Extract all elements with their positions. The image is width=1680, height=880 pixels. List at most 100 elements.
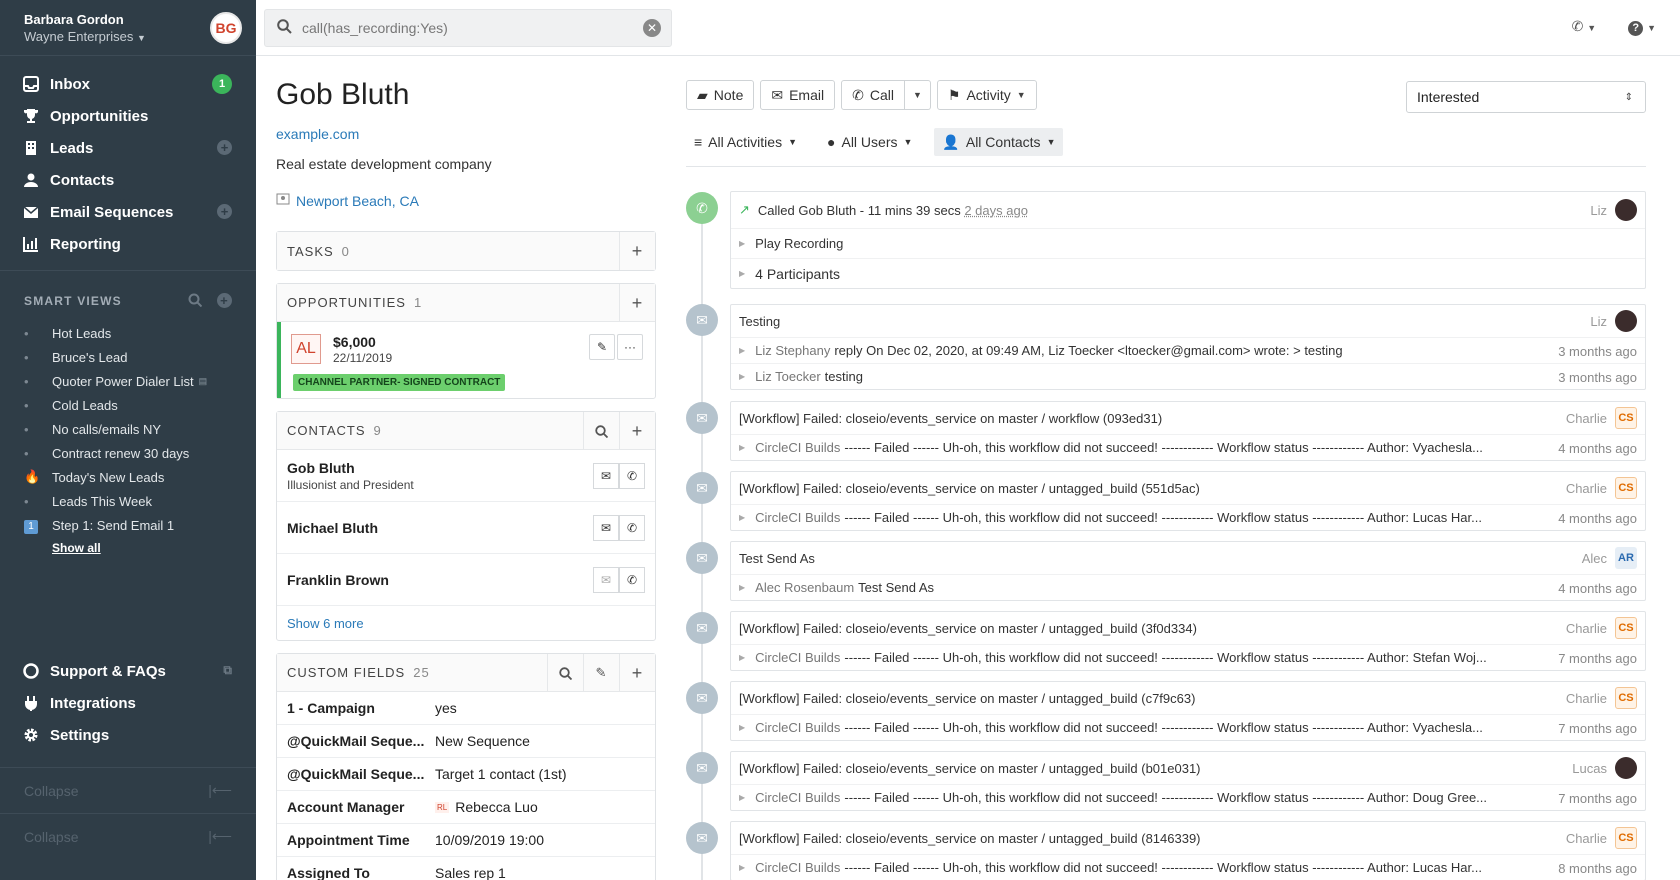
nav-label: Settings bbox=[50, 726, 110, 744]
opportunity-date: 22/11/2019 bbox=[333, 351, 393, 365]
custom-field-row[interactable]: @QuickMail Seque... Target 1 contact (1st… bbox=[277, 758, 655, 791]
email-thread[interactable]: Testing Liz ▶ Liz Stephany reply On Dec 02,… bbox=[730, 304, 1646, 390]
opportunity-card[interactable]: AL $6,000 22/11/2019 CHANNEL PARTNER- SI… bbox=[277, 322, 655, 398]
email-message[interactable]: ▶ Liz Toecker testing 3 months ago bbox=[731, 363, 1645, 389]
smart-view-item[interactable]: • Cold Leads bbox=[0, 393, 256, 417]
custom-field-row[interactable]: 1 - Campaign yes bbox=[277, 692, 655, 725]
user-avatar[interactable]: BG bbox=[210, 12, 242, 44]
custom-field-row[interactable]: Assigned To Sales rep 1 bbox=[277, 857, 655, 880]
smart-view-item[interactable]: 🔥 Today's New Leads bbox=[0, 465, 256, 489]
smart-view-item[interactable]: • Contract renew 30 days bbox=[0, 441, 256, 465]
show-all-link[interactable]: Show all bbox=[0, 537, 256, 559]
email-message[interactable]: ▶ CircleCI Builds ------ Failed ------ Uh-… bbox=[731, 714, 1645, 740]
email-message[interactable]: ▶ CircleCI Builds ------ Failed ------ Uh-… bbox=[731, 644, 1645, 670]
user-menu[interactable]: Barbara Gordon Wayne Enterprises ▼ BG bbox=[0, 0, 256, 56]
tasks-panel: TASKS 0 + bbox=[276, 231, 656, 271]
phone-menu[interactable]: ✆ ▼ bbox=[1572, 18, 1597, 36]
email-thread[interactable]: [Workflow] Failed: closeio/events_servic… bbox=[730, 821, 1646, 880]
nav-leads[interactable]: Leads + bbox=[0, 132, 256, 164]
smart-view-item[interactable]: • Quoter Power Dialer List ▤ bbox=[0, 369, 256, 393]
activities-filter[interactable]: ≡ All Activities ▼ bbox=[686, 128, 805, 156]
search-input[interactable] bbox=[302, 20, 632, 36]
add-lead-icon[interactable]: + bbox=[217, 140, 232, 155]
help-icon: ? bbox=[1628, 21, 1644, 36]
add-field-button[interactable]: + bbox=[619, 654, 655, 692]
collapse-button[interactable]: Collapse |⟵ bbox=[0, 767, 256, 813]
email-message[interactable]: ▶ Alec Rosenbaum Test Send As 4 months ago bbox=[731, 574, 1645, 600]
call-activity[interactable]: ↗ Called Gob Bluth - 11 mins 39 secs 2 da… bbox=[730, 191, 1646, 289]
email-thread[interactable]: [Workflow] Failed: closeio/events_servic… bbox=[730, 751, 1646, 811]
lead-name[interactable]: Gob Bluth bbox=[276, 78, 656, 112]
email-thread[interactable]: Test Send As Alec AR ▶ Alec Rosenbaum Test S… bbox=[730, 541, 1646, 601]
contact-row[interactable]: Michael Bluth ✉ ✆ bbox=[277, 502, 655, 554]
email-thread[interactable]: [Workflow] Failed: closeio/events_servic… bbox=[730, 681, 1646, 741]
nav-settings[interactable]: Settings bbox=[0, 719, 256, 751]
email-thread[interactable]: [Workflow] Failed: closeio/events_servic… bbox=[730, 401, 1646, 461]
users-filter[interactable]: ● All Users ▼ bbox=[819, 128, 920, 156]
participants-toggle[interactable]: ▶ 4 Participants bbox=[731, 258, 1645, 288]
lead-url-link[interactable]: example.com bbox=[276, 126, 656, 142]
more-options-button[interactable]: ··· bbox=[617, 334, 643, 360]
nav-contacts[interactable]: Contacts bbox=[0, 164, 256, 196]
activity-button[interactable]: ⚑ Activity ▼ bbox=[936, 80, 1037, 110]
caret-down-icon: ▼ bbox=[1046, 137, 1056, 147]
add-smart-view-icon[interactable]: + bbox=[217, 293, 232, 308]
email-contact-button[interactable]: ✉ bbox=[593, 463, 619, 489]
call-contact-button[interactable]: ✆ bbox=[619, 515, 645, 541]
email-message[interactable]: ▶ CircleCI Builds ------ Failed ------ Uh-… bbox=[731, 434, 1645, 460]
email-thread[interactable]: [Workflow] Failed: closeio/events_servic… bbox=[730, 611, 1646, 671]
collapse-button[interactable]: Collapse |⟵ bbox=[0, 813, 256, 859]
email-contact-button[interactable]: ✉ bbox=[593, 515, 619, 541]
call-contact-button[interactable]: ✆ bbox=[619, 463, 645, 489]
smart-view-item[interactable]: • Bruce's Lead bbox=[0, 345, 256, 369]
add-sequence-icon[interactable]: + bbox=[217, 204, 232, 219]
note-button[interactable]: ▰ Note bbox=[686, 80, 755, 110]
nav-email-sequences[interactable]: Email Sequences + bbox=[0, 196, 256, 228]
nav-label: Integrations bbox=[50, 694, 136, 712]
smart-view-item[interactable]: • Hot Leads bbox=[0, 321, 256, 345]
contact-row[interactable]: Franklin Brown ✉ ✆ bbox=[277, 554, 655, 606]
email-message[interactable]: ▶ CircleCI Builds ------ Failed ------ Uh-… bbox=[731, 504, 1645, 530]
lead-location-link[interactable]: Newport Beach, CA bbox=[276, 192, 656, 209]
add-opportunity-button[interactable]: + bbox=[619, 284, 655, 322]
search-smart-views-icon[interactable] bbox=[188, 293, 203, 310]
clear-search-icon[interactable]: ✕ bbox=[643, 19, 661, 37]
email-message[interactable]: ▶ Liz Stephany reply On Dec 02, 2020, at 0… bbox=[731, 337, 1645, 363]
nav-integrations[interactable]: Integrations bbox=[0, 687, 256, 719]
contacts-filter[interactable]: 👤 All Contacts ▼ bbox=[934, 128, 1064, 156]
email-message[interactable]: ▶ CircleCI Builds ------ Failed ------ Uh-… bbox=[731, 854, 1645, 880]
edit-fields-button[interactable]: ✎ bbox=[583, 654, 619, 692]
nav-opportunities[interactable]: Opportunities bbox=[0, 100, 256, 132]
call-options-button[interactable]: ▼ bbox=[904, 80, 931, 110]
email-button[interactable]: ✉ Email bbox=[760, 80, 836, 110]
ellipsis-icon: ··· bbox=[624, 340, 636, 354]
email-message[interactable]: ▶ CircleCI Builds ------ Failed ------ Uh-… bbox=[731, 784, 1645, 810]
email-thread[interactable]: [Workflow] Failed: closeio/events_servic… bbox=[730, 471, 1646, 531]
org-name[interactable]: Wayne Enterprises ▼ bbox=[24, 29, 146, 44]
building-icon bbox=[22, 139, 40, 157]
add-contact-button[interactable]: + bbox=[619, 412, 655, 450]
smart-view-item[interactable]: • Leads This Week bbox=[0, 489, 256, 513]
nav-support[interactable]: Support & FAQs ⧉ bbox=[0, 655, 256, 687]
lead-status-select[interactable]: Interested ⇕ bbox=[1406, 81, 1646, 113]
nav-inbox[interactable]: Inbox 1 bbox=[0, 68, 256, 100]
search-fields-button[interactable] bbox=[547, 654, 583, 692]
custom-field-row[interactable]: Account Manager RL Rebecca Luo bbox=[277, 791, 655, 824]
nav-label: Contacts bbox=[50, 171, 115, 189]
edit-opportunity-button[interactable]: ✎ bbox=[589, 334, 615, 360]
custom-field-row[interactable]: @QuickMail Seque... New Sequence bbox=[277, 725, 655, 758]
play-recording-toggle[interactable]: ▶ Play Recording bbox=[731, 228, 1645, 258]
show-more-contacts-link[interactable]: Show 6 more bbox=[277, 606, 655, 640]
help-menu[interactable]: ? ▼ bbox=[1628, 18, 1656, 36]
search-contacts-button[interactable] bbox=[583, 412, 619, 450]
smart-view-item[interactable]: • No calls/emails NY bbox=[0, 417, 256, 441]
email-contact-button[interactable]: ✉ bbox=[593, 567, 619, 593]
smart-view-item[interactable]: 1 Step 1: Send Email 1 bbox=[0, 513, 256, 537]
nav-reporting[interactable]: Reporting bbox=[0, 228, 256, 260]
call-button[interactable]: ✆ Call bbox=[841, 80, 905, 110]
add-task-button[interactable]: + bbox=[619, 232, 655, 270]
contact-row[interactable]: Gob Bluth Illusionist and President ✉ ✆ bbox=[277, 450, 655, 502]
custom-field-row[interactable]: Appointment Time 10/09/2019 19:00 bbox=[277, 824, 655, 857]
call-contact-button[interactable]: ✆ bbox=[619, 567, 645, 593]
lead-description[interactable]: Real estate development company bbox=[276, 156, 656, 172]
